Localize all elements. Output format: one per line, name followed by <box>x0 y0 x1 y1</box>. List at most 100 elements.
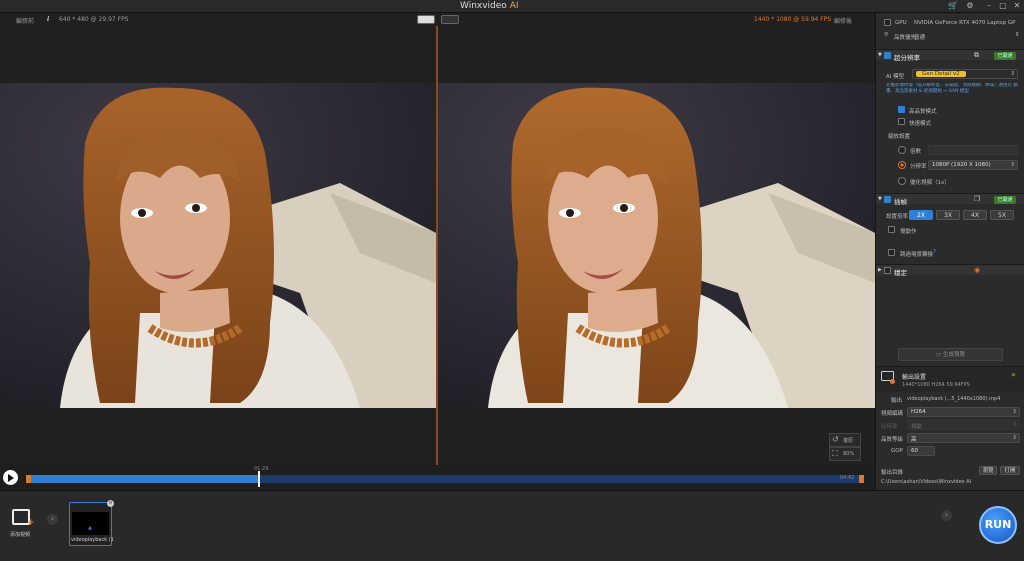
gop-input[interactable]: 60 <box>907 446 935 456</box>
output-badge-icon <box>890 379 895 384</box>
before-label: 編修前 <box>16 18 35 25</box>
copy-icon[interactable]: ❐ <box>974 195 980 203</box>
timeline: 01:29 04:42 <box>0 465 875 490</box>
chevron-right-icon: ▶ <box>878 267 882 273</box>
output-file-row: 輸出 videoplayback (...5_1440x1080).mp4 <box>891 396 1001 404</box>
scale-resolution-row: 分辨率 1080P (1920 X 1080) ⇕ <box>876 160 1024 170</box>
clip-close-icon[interactable]: × <box>107 500 114 507</box>
interp-section-header[interactable]: ▼ 插幀 ❐ 已開通 <box>876 193 1024 206</box>
gop-row: GOP 60 <box>876 446 1024 456</box>
enhanced-frame-image <box>438 83 875 408</box>
bitrate-select[interactable]: 自動 ⇕ <box>907 420 1020 430</box>
settings-icon[interactable]: ⚙ <box>963 1 977 12</box>
chevron-updown-icon: ⇕ <box>1010 71 1015 77</box>
quality-icon: ⚲ <box>884 32 889 38</box>
scale-label: 縮放設置 <box>888 134 911 140</box>
output-dir-row: 輸出目錄 瀏覽 打開 C:\Users\ashan\Videos\Winxvid… <box>876 466 1024 490</box>
play-button[interactable] <box>3 470 18 485</box>
end-time: 04:42 <box>840 475 855 481</box>
stab-checkbox[interactable] <box>884 267 891 274</box>
hq-mode-checkbox[interactable] <box>898 106 905 113</box>
output-info: 1440 * 1080 @ 59.94 FPS <box>754 16 832 23</box>
fast-mode-row: 快速模式 <box>876 118 1024 127</box>
superres-badge: 已開通 <box>994 52 1016 60</box>
scene-skip-row: 跳過場景轉換 ? <box>876 249 1024 258</box>
run-button[interactable]: RUN <box>979 506 1017 544</box>
current-time: 01:29 <box>254 466 269 472</box>
quality-select[interactable]: 普通 <box>914 33 925 41</box>
mult-4x-button[interactable]: 4X <box>963 210 987 220</box>
quality-level-row: 品質等級 高 ⇕ <box>876 433 1024 443</box>
open-button[interactable]: 打開 <box>1000 466 1020 475</box>
playhead[interactable] <box>258 471 261 487</box>
clip-thumbnail[interactable]: ▲ × videoplayback (1 <box>69 500 114 546</box>
camera-icon: ◉ <box>974 266 981 274</box>
quality-level-select[interactable]: 高 ⇕ <box>907 433 1020 443</box>
chevron-updown-icon: ⇕ <box>1015 32 1020 38</box>
reset-zoom-button[interactable]: ↺ 復原 <box>829 433 861 447</box>
zoom-level-control[interactable]: ⛶ 80% <box>829 447 861 461</box>
scale-resolution-radio[interactable] <box>898 161 906 169</box>
plus-icon: + <box>27 518 35 528</box>
gpu-select[interactable]: NVIDIA GeForce RTX 4070 Laptop GP <box>914 20 1022 26</box>
output-header: 輸出設置 1440*1080 H264 59.94FPS » <box>876 366 1024 392</box>
bitrate-row: 比特率 自動 ⇕ <box>876 420 1024 430</box>
film-icon: ▭ <box>936 352 943 358</box>
codec-select[interactable]: H264 ⇕ <box>907 407 1020 417</box>
scale-multiple-row: 倍數 <box>876 145 1024 155</box>
model-description: 老舊影像修復（提升解析度、去噪點、消除模糊、降噪）適用於 動畫、高品質素材 & … <box>886 83 1018 94</box>
superres-checkbox[interactable] <box>884 52 891 59</box>
preview-button[interactable]: ▭ 生成預覽 <box>898 348 1003 361</box>
chevron-updown-icon: ⇕ <box>1012 409 1017 415</box>
ai-model-select[interactable]: Gen Detail v2 ⇕ <box>912 69 1018 79</box>
close-icon[interactable]: ✕ <box>1010 1 1024 12</box>
info-icon[interactable]: i <box>47 16 49 23</box>
timeline-track[interactable] <box>26 471 864 487</box>
browse-button[interactable]: 瀏覽 <box>979 466 997 475</box>
optimize-radio[interactable] <box>898 177 906 185</box>
mult-3x-button[interactable]: 3X <box>936 210 960 220</box>
split-view-button[interactable] <box>417 15 435 24</box>
mult-5x-button[interactable]: 5X <box>990 210 1014 220</box>
gpu-row: GPU NVIDIA GeForce RTX 4070 Laptop GP <box>876 18 1024 28</box>
fast-mode-checkbox[interactable] <box>898 118 905 125</box>
app-title: Winxvideo AI <box>460 1 519 11</box>
external-link-icon[interactable]: ⧉ <box>974 51 979 60</box>
stab-section-header[interactable]: ▶ 穩定 ◉ <box>876 264 1024 277</box>
scroll-left-button[interactable]: ‹ <box>47 514 58 525</box>
output-dir-path: C:\Users\ashan\Videos\Winxvideo AI <box>881 479 972 485</box>
chevron-down-icon: ▼ <box>878 52 882 58</box>
scene-skip-checkbox[interactable] <box>888 249 895 256</box>
output-filename[interactable]: videoplayback (...5_1440x1080).mp4 <box>907 396 1000 402</box>
chevron-updown-icon: ⇕ <box>1010 162 1015 168</box>
cart-icon[interactable]: 🛒 <box>946 1 960 12</box>
scroll-right-button[interactable]: › <box>941 510 952 521</box>
interp-checkbox[interactable] <box>884 196 891 203</box>
side-by-side-button[interactable] <box>441 15 459 24</box>
trim-end-handle[interactable] <box>859 475 864 483</box>
settings-panel: GPU NVIDIA GeForce RTX 4070 Laptop GP ⚲ … <box>875 13 1024 490</box>
reset-icon: ↺ <box>832 435 839 444</box>
source-info: 640 * 480 @ 29.97 FPS <box>59 16 129 23</box>
original-frame-image <box>0 83 436 408</box>
timeline-progress <box>26 475 259 483</box>
scale-multiple-radio[interactable] <box>898 146 906 154</box>
trim-start-handle[interactable] <box>26 475 31 483</box>
slowmo-checkbox[interactable] <box>888 226 895 233</box>
help-icon[interactable]: ? <box>933 249 936 255</box>
superres-section-header[interactable]: ▼ 超分辨率 ⧉ 已開通 <box>876 49 1024 62</box>
chevron-updown-icon: ⇕ <box>1012 422 1017 428</box>
preview-viewer: 編修前 i 640 * 480 @ 29.97 FPS 1440 * 1080 … <box>0 13 875 476</box>
mult-2x-button[interactable]: 2X <box>909 210 933 220</box>
zoom-icon: ⛶ <box>832 449 838 458</box>
resolution-select[interactable]: 1080P (1920 X 1080) ⇕ <box>928 160 1018 170</box>
codec-row: 視頻編碼 H264 ⇕ <box>876 407 1024 417</box>
scale-multiple-select[interactable] <box>928 145 1018 155</box>
gpu-checkbox[interactable] <box>884 19 891 26</box>
minimize-icon[interactable]: – <box>982 1 996 12</box>
optimize-row: 優化視頻（1x） <box>876 176 1024 186</box>
add-video-button[interactable]: + 添加視頻 <box>8 507 38 541</box>
maximize-icon[interactable]: ▢ <box>996 1 1010 12</box>
clip-strip: + 添加視頻 ‹ ▲ × videoplayback (1 › RUN <box>0 490 1024 561</box>
collapse-icon[interactable]: » <box>1011 370 1016 379</box>
